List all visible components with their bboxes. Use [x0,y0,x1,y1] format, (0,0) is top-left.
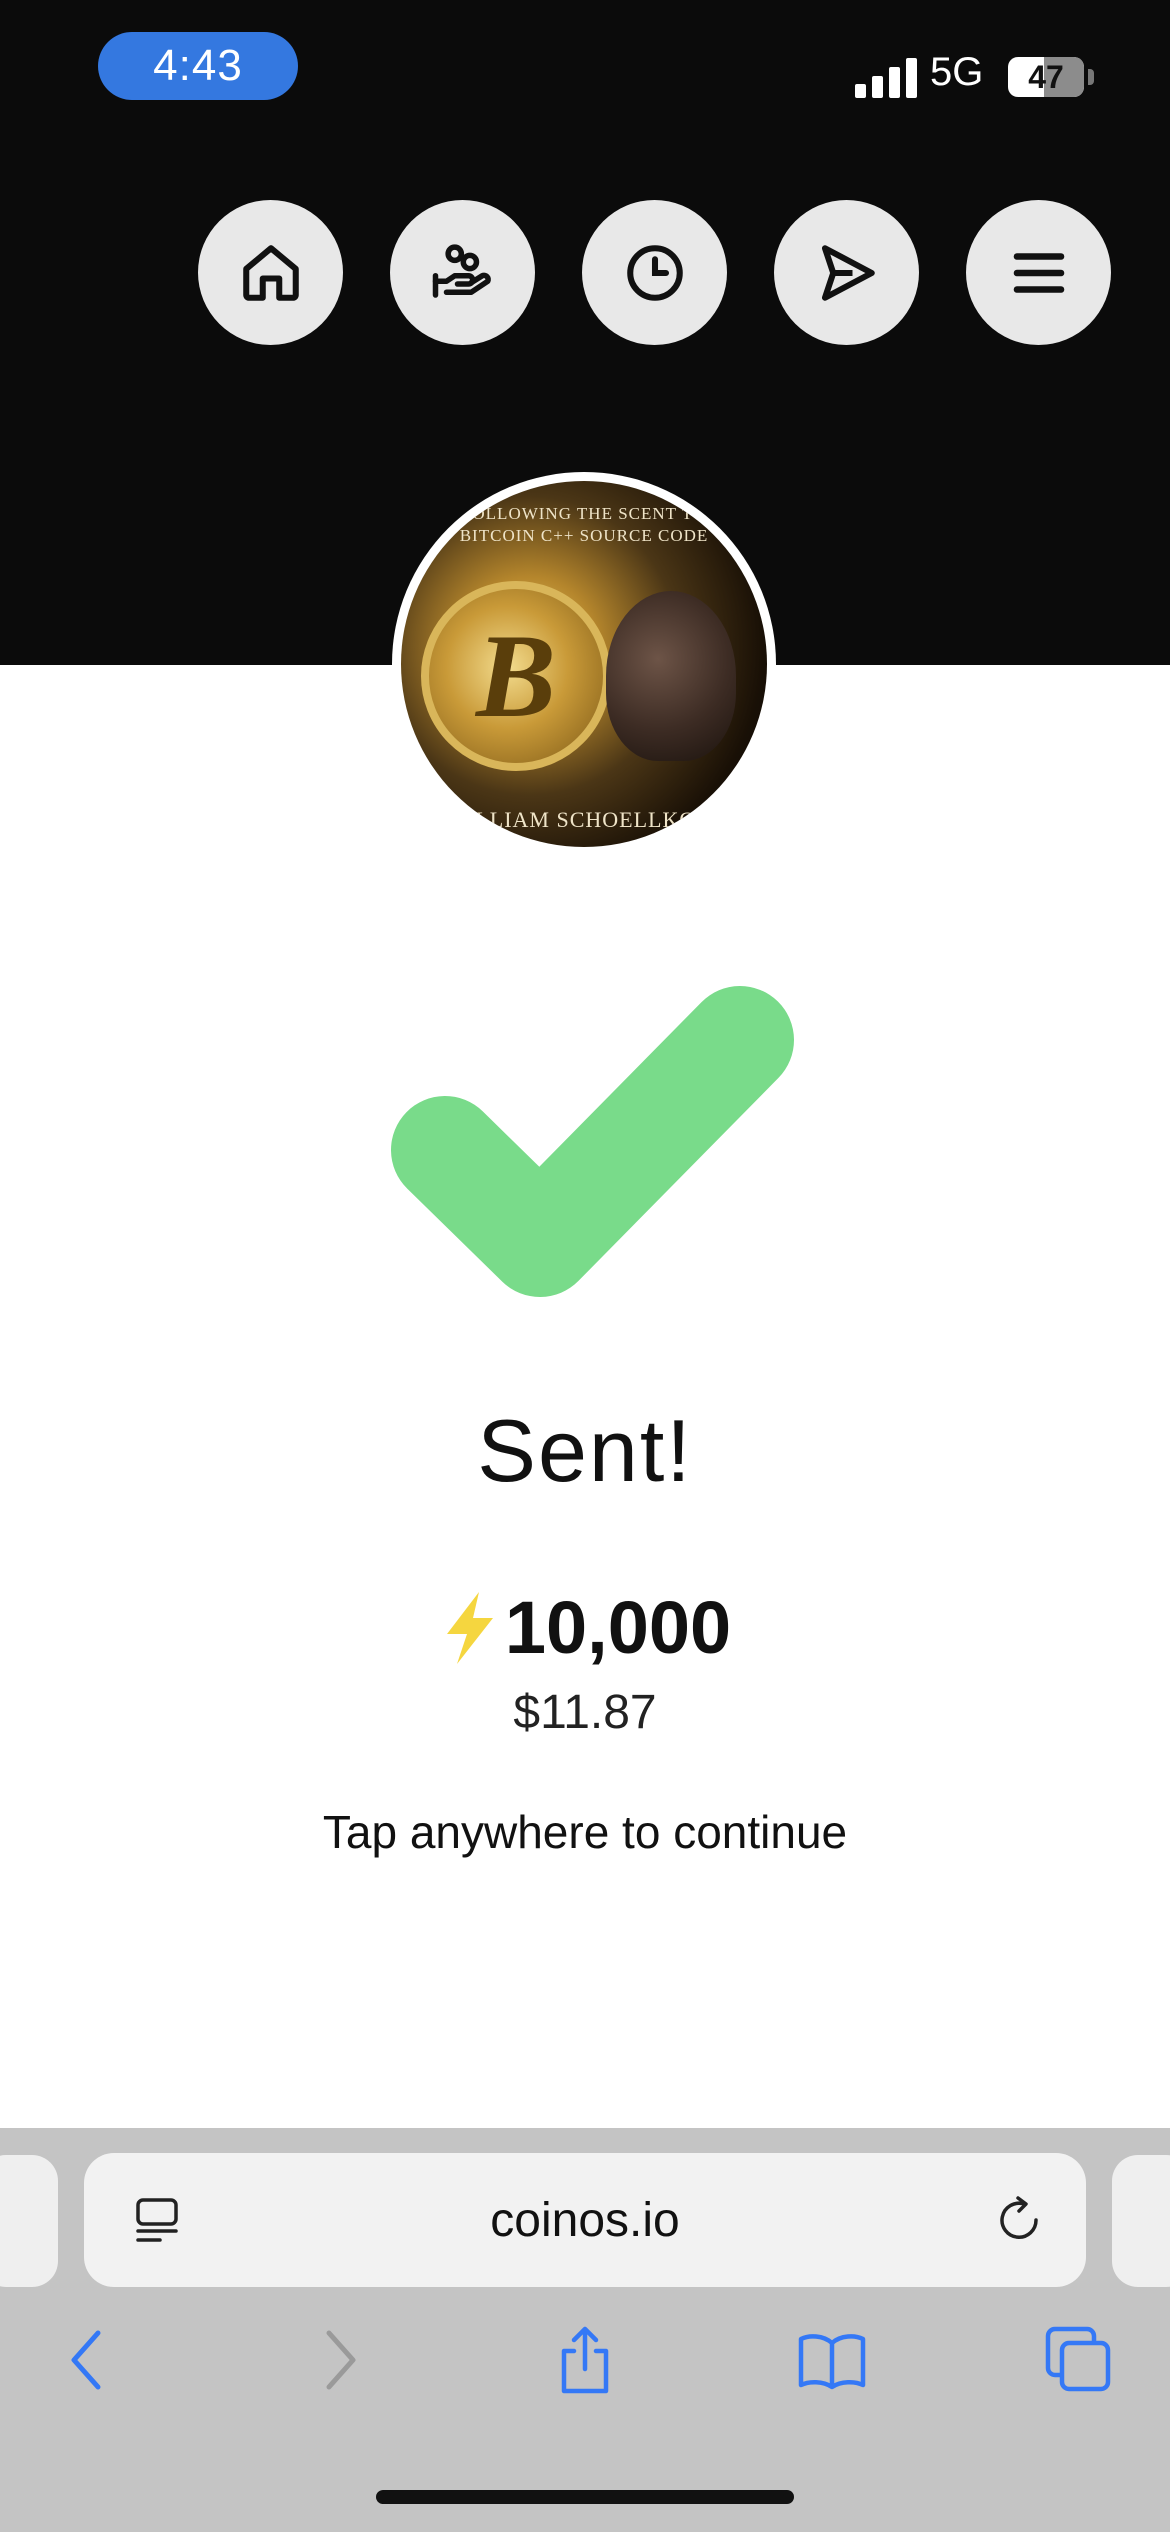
cellular-signal-icon [855,58,917,98]
send-button[interactable] [774,200,919,345]
network-type: 5G [930,50,984,94]
bookmarks-icon[interactable] [797,2325,867,2395]
amount-sats: 10,000 [504,1586,732,1669]
profile-avatar: FOLLOWING THE SCENT TO BITCOIN C++ SOURC… [392,472,776,856]
avatar-image: FOLLOWING THE SCENT TO BITCOIN C++ SOURC… [401,481,767,847]
battery-level: 47 [1028,58,1064,95]
home-button[interactable] [198,200,343,345]
menu-button[interactable] [966,200,1111,345]
tabs-icon[interactable] [1044,2325,1114,2395]
bitcoin-coin-graphic: B [421,581,611,771]
address-bar[interactable]: coinos.io [84,2153,1086,2287]
forward-icon[interactable] [305,2325,375,2395]
avatar-cover-author: WILLIAM SCHOELLKOPF [445,807,723,832]
hand-coins-icon [432,243,491,298]
hamburger-menu-icon [1013,252,1064,293]
page-menu-icon[interactable] [132,2195,182,2245]
reload-icon[interactable] [992,2193,1046,2247]
clock-icon [626,244,683,301]
next-tab-stub[interactable] [1112,2155,1170,2287]
avatar-cover-title: FOLLOWING THE SCENT TO BITCOIN C++ SOURC… [459,504,709,545]
share-icon[interactable] [550,2325,620,2395]
goat-graphic [606,591,736,761]
receive-button[interactable] [390,200,535,345]
status-time: 4:43 [98,32,298,100]
back-icon[interactable] [52,2325,122,2395]
history-button[interactable] [582,200,727,345]
success-check-icon [391,986,794,1297]
amount-row: 10,000 [0,1585,1170,1670]
home-indicator [376,2490,794,2504]
result-title: Sent! [477,1401,693,1500]
send-icon [821,244,875,301]
battery-icon: 47 [1008,57,1084,97]
continue-hint[interactable]: Tap anywhere to continue [0,1805,1170,1859]
previous-tab-stub[interactable] [0,2155,58,2287]
battery-tip [1088,69,1094,85]
home-icon [242,244,299,301]
lightning-bolt-icon [446,1591,493,1664]
amount-fiat: $11.87 [513,1686,657,1739]
url-text: coinos.io [490,2193,680,2247]
